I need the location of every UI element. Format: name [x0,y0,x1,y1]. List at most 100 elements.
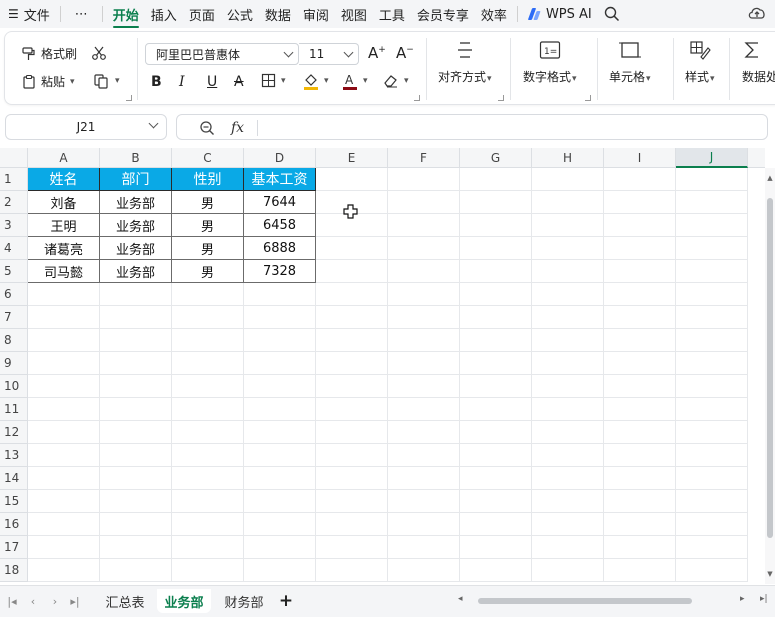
cell-c17[interactable] [172,536,244,559]
cell-a3[interactable]: 王明 [28,214,100,237]
cell-g10[interactable] [460,375,532,398]
row-header-14[interactable]: 14 [0,467,28,490]
cell-d12[interactable] [244,421,316,444]
cell-j6[interactable] [676,283,748,306]
scroll-down-icon[interactable]: ▼ [766,570,774,578]
cell-h12[interactable] [532,421,604,444]
clear-format-button[interactable]: ▾ [383,73,409,88]
cell-e5[interactable] [316,260,388,283]
cell-h11[interactable] [532,398,604,421]
cell-e4[interactable] [316,237,388,260]
cell-h13[interactable] [532,444,604,467]
cell-i8[interactable] [604,329,676,352]
row-header-3[interactable]: 3 [0,214,28,237]
cell-b17[interactable] [100,536,172,559]
cell-button[interactable]: 单元格▾ [609,40,651,85]
strikethrough-button[interactable]: A [234,74,244,90]
cell-a1[interactable]: 姓名 [28,168,100,191]
row-header-8[interactable]: 8 [0,329,28,352]
cell-e1[interactable] [316,168,388,191]
cell-h7[interactable] [532,306,604,329]
tab-data[interactable]: 数据 [259,2,297,26]
cell-i14[interactable] [604,467,676,490]
cell-b11[interactable] [100,398,172,421]
cell-c1[interactable]: 性别 [172,168,244,191]
cell-g18[interactable] [460,559,532,582]
cell-a5[interactable]: 司马懿 [28,260,100,283]
cell-d5[interactable]: 7328 [244,260,316,283]
cell-h16[interactable] [532,513,604,536]
cell-e11[interactable] [316,398,388,421]
cell-e14[interactable] [316,467,388,490]
cut-button[interactable] [91,45,107,61]
cell-i4[interactable] [604,237,676,260]
scroll-up-icon[interactable]: ▲ [766,174,774,182]
row-header-1[interactable]: 1 [0,168,28,191]
cell-b4[interactable]: 业务部 [100,237,172,260]
search-button[interactable] [598,2,626,26]
cell-f17[interactable] [388,536,460,559]
cell-c7[interactable] [172,306,244,329]
cell-h14[interactable] [532,467,604,490]
cell-f1[interactable] [388,168,460,191]
cell-j14[interactable] [676,467,748,490]
cell-i18[interactable] [604,559,676,582]
cell-j5[interactable] [676,260,748,283]
tab-view[interactable]: 视图 [335,2,373,26]
cell-a9[interactable] [28,352,100,375]
row-header-6[interactable]: 6 [0,283,28,306]
cell-b7[interactable] [100,306,172,329]
select-all-corner[interactable] [0,148,28,168]
font-group-launcher[interactable] [414,95,420,101]
clipboard-group-launcher[interactable] [126,95,132,101]
cell-e6[interactable] [316,283,388,306]
cell-b10[interactable] [100,375,172,398]
cell-d8[interactable] [244,329,316,352]
cell-f3[interactable] [388,214,460,237]
cell-d9[interactable] [244,352,316,375]
scroll-right-icon[interactable]: ▸ [740,594,745,604]
prev-sheet-icon[interactable]: ‹ [25,592,41,610]
last-sheet-icon[interactable]: ▸| [67,592,83,610]
cell-c18[interactable] [172,559,244,582]
cell-c16[interactable] [172,513,244,536]
cell-g6[interactable] [460,283,532,306]
cell-j18[interactable] [676,559,748,582]
cell-j16[interactable] [676,513,748,536]
cell-d2[interactable]: 7644 [244,191,316,214]
cell-b16[interactable] [100,513,172,536]
cell-a16[interactable] [28,513,100,536]
cell-h8[interactable] [532,329,604,352]
cell-h10[interactable] [532,375,604,398]
cell-e7[interactable] [316,306,388,329]
cell-g7[interactable] [460,306,532,329]
row-header-15[interactable]: 15 [0,490,28,513]
cell-f15[interactable] [388,490,460,513]
number-group-launcher[interactable] [585,95,591,101]
cell-i11[interactable] [604,398,676,421]
zoom-formula-button[interactable] [199,119,215,137]
cell-b3[interactable]: 业务部 [100,214,172,237]
cell-d11[interactable] [244,398,316,421]
cell-f2[interactable] [388,191,460,214]
cell-j2[interactable] [676,191,748,214]
tab-review[interactable]: 审阅 [297,2,335,26]
cell-e16[interactable] [316,513,388,536]
cell-b6[interactable] [100,283,172,306]
tab-home[interactable]: 开始 [107,2,145,28]
cell-b2[interactable]: 业务部 [100,191,172,214]
italic-button[interactable]: I [179,74,185,90]
cell-c11[interactable] [172,398,244,421]
row-header-12[interactable]: 12 [0,421,28,444]
cell-g14[interactable] [460,467,532,490]
font-color-button[interactable]: A ▾ [342,72,368,90]
cell-b14[interactable] [100,467,172,490]
cell-a2[interactable]: 刘备 [28,191,100,214]
tab-tools[interactable]: 工具 [373,2,411,26]
cell-e10[interactable] [316,375,388,398]
fill-color-button[interactable]: ▾ [303,72,329,90]
cell-j12[interactable] [676,421,748,444]
style-button[interactable]: 样式▾ [685,40,715,85]
number-format-button[interactable]: 1= 数字格式▾ [523,40,577,85]
cell-i2[interactable] [604,191,676,214]
